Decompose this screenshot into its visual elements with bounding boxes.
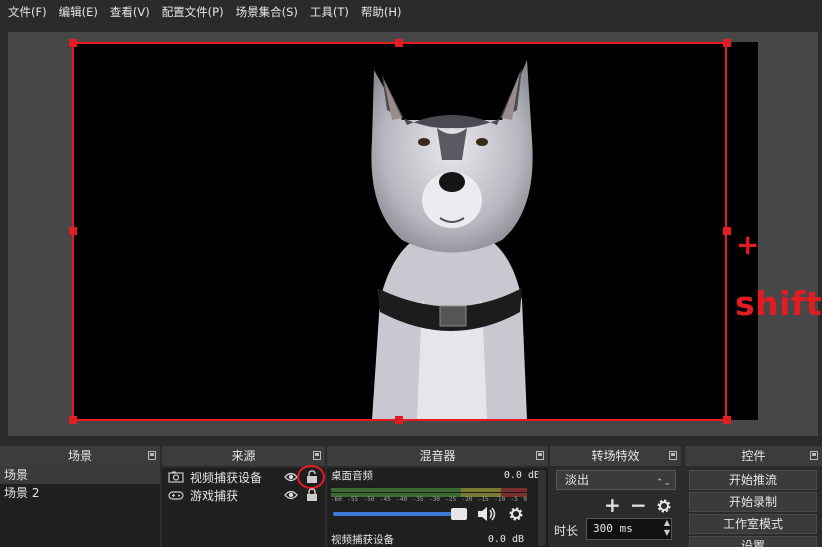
volume-slider-knob[interactable] [451, 508, 467, 520]
menu-tools[interactable]: 工具(T) [304, 0, 355, 24]
scenes-dock: 场景 场景 场景 2 [0, 446, 160, 547]
source-item[interactable]: 游戏捕获 [162, 486, 325, 504]
controls-dock: 控件 开始推流 开始录制 工作室模式 设置 [685, 446, 822, 547]
start-streaming-button[interactable]: 开始推流 [689, 470, 817, 490]
lock-icon[interactable] [306, 488, 318, 502]
menu-profile[interactable]: 配置文件(P) [156, 0, 230, 24]
gamepad-icon [168, 491, 184, 500]
menu-help[interactable]: 帮助(H) [355, 0, 408, 24]
transitions-body: 淡出 ⌃⌄ + − 时长 300 ms ▲ ▼ [550, 466, 681, 547]
resize-handle-br[interactable] [723, 416, 731, 424]
scene-item[interactable]: 场景 2 [0, 484, 160, 502]
controls-dock-title: 控件 [685, 446, 822, 466]
resize-handle-ml[interactable] [69, 227, 77, 235]
scenes-dock-title: 场景 [0, 446, 160, 466]
mixer-body: 桌面音频 0.0 dB -60 -55 -50 -45 -40 -35 -30 -25 -20-… [327, 468, 548, 547]
mixer-dock: 混音器 桌面音频 0.0 dB -60 -55 -50 -45 -40 -35 -30 -25… [327, 446, 548, 547]
sources-dock-title: 来源 [162, 446, 325, 466]
source-item[interactable]: 视频捕获设备 [162, 465, 325, 489]
dock-float-icon[interactable] [148, 451, 156, 460]
mixer-channel-video: 视频捕获设备 0.0 dB [331, 534, 524, 546]
transition-select[interactable]: 淡出 ⌃⌄ [556, 470, 676, 490]
resize-handle-bl[interactable] [69, 416, 77, 424]
menu-file[interactable]: 文件(F) [2, 0, 53, 24]
transitions-dock-title: 转场特效 [550, 446, 681, 466]
gear-icon[interactable] [656, 498, 672, 514]
meter-ticks: -60 -55 -50 -45 -40 -35 -30 -25 -20 -15 -10 -5 0 [331, 496, 527, 503]
mixer-channel-desktop: 桌面音频 0.0 dB [331, 470, 540, 482]
menu-bar: 文件(F) 编辑(E) 查看(V) 配置文件(P) 场景集合(S) 工具(T) … [0, 0, 822, 24]
scenes-list: 场景 场景 2 [0, 466, 160, 547]
transitions-dock: 转场特效 淡出 ⌃⌄ + − 时长 300 ms ▲ ▼ [550, 446, 681, 547]
source-label: 游戏捕获 [190, 488, 239, 503]
audio-meter [331, 488, 527, 492]
remove-transition-button[interactable]: − [630, 494, 647, 516]
sources-dock: 来源 视频捕获设备 游戏捕获 [162, 446, 325, 547]
chevron-down-icon: ⌃⌄ [655, 478, 671, 488]
resize-handle-mr[interactable] [723, 227, 731, 235]
mixer-dock-title: 混音器 [327, 446, 548, 466]
gear-icon[interactable] [508, 506, 524, 522]
dock-float-icon[interactable] [313, 451, 321, 460]
add-transition-button[interactable]: + [604, 494, 621, 516]
dock-float-icon[interactable] [669, 451, 677, 460]
visibility-eye-icon[interactable] [284, 471, 298, 483]
start-recording-button[interactable]: 开始录制 [689, 492, 817, 512]
dock-float-icon[interactable] [536, 451, 544, 460]
dock-float-icon[interactable] [810, 451, 818, 460]
duration-spinner[interactable]: ▲ ▼ [659, 518, 675, 540]
duration-label: 时长 [554, 524, 579, 538]
mixer-scrollbar[interactable] [538, 470, 546, 546]
volume-db-readout: 0.0 dB [503, 470, 540, 481]
sources-list: 视频捕获设备 游戏捕获 [162, 465, 325, 547]
speaker-icon[interactable] [477, 506, 497, 522]
volume-db-readout: 0.0 dB [487, 534, 524, 545]
visibility-eye-icon[interactable] [284, 489, 298, 501]
resize-handle-tc[interactable] [395, 39, 403, 47]
selection-bounding-box[interactable] [72, 42, 727, 421]
studio-mode-button[interactable]: 工作室模式 [689, 514, 817, 534]
menu-edit[interactable]: 编辑(E) [53, 0, 104, 24]
annotation-shift: shift [735, 284, 822, 323]
annotation-plus: + [736, 228, 760, 261]
resize-handle-tr[interactable] [723, 39, 731, 47]
resize-handle-tl[interactable] [69, 39, 77, 47]
resize-handle-bc[interactable] [395, 416, 403, 424]
menu-view[interactable]: 查看(V) [104, 0, 156, 24]
scene-item[interactable]: 场景 [0, 466, 160, 484]
menu-scene-collection[interactable]: 场景集合(S) [230, 0, 304, 24]
preview-area[interactable]: + shift [8, 32, 822, 436]
controls-body: 开始推流 开始录制 工作室模式 设置 [685, 466, 822, 547]
settings-button[interactable]: 设置 [689, 536, 817, 547]
volume-slider[interactable] [333, 512, 467, 516]
camera-icon [168, 471, 184, 483]
